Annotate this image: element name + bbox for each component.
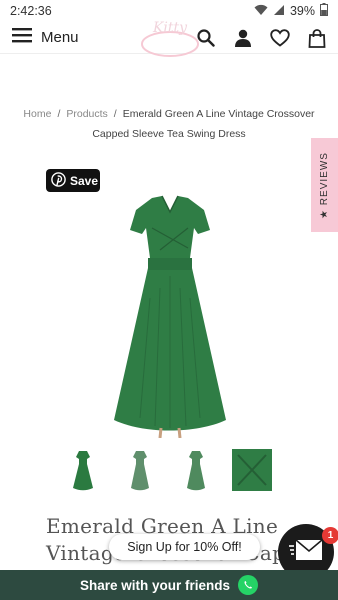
share-bar[interactable]: Share with your friends — [0, 570, 338, 600]
hamburger-icon — [12, 27, 32, 48]
breadcrumb-products[interactable]: Products — [66, 108, 107, 120]
signal-icon — [273, 4, 285, 19]
thumbnail-4[interactable] — [231, 449, 272, 491]
battery-icon — [320, 3, 328, 19]
menu-label: Menu — [41, 29, 79, 46]
svg-text:Kitty: Kitty — [152, 20, 188, 36]
site-header: Kitty Menu — [0, 20, 338, 57]
thumbnail-3[interactable] — [175, 449, 217, 491]
reviews-tab[interactable]: ★ REVIEWS — [311, 138, 338, 232]
product-main-image[interactable] — [100, 188, 240, 439]
signup-discount-button[interactable]: Sign Up for 10% Off! — [109, 534, 260, 560]
status-indicators: 39% — [254, 3, 328, 19]
thumbnail-2[interactable] — [119, 449, 161, 491]
pinterest-icon — [51, 171, 66, 190]
heart-icon[interactable] — [269, 27, 291, 49]
search-icon[interactable] — [195, 27, 217, 49]
account-icon[interactable] — [232, 27, 254, 49]
reviews-tab-label: ★ REVIEWS — [319, 151, 330, 219]
whatsapp-icon — [238, 575, 259, 595]
mail-icon — [289, 538, 323, 567]
notification-badge: 1 — [322, 527, 338, 544]
breadcrumb: Home / Products / Emerald Green A Line Vinta… — [20, 104, 318, 144]
breadcrumb-separator: / — [113, 108, 117, 120]
wifi-icon — [254, 4, 268, 19]
thumbnail-strip — [62, 449, 272, 491]
pinterest-save-label: Save — [70, 173, 99, 188]
pinterest-save-button[interactable]: Save — [46, 169, 100, 192]
bag-icon[interactable] — [306, 27, 328, 49]
share-label: Share with your friends — [79, 577, 231, 593]
battery-text: 39% — [289, 4, 315, 18]
menu-button[interactable]: Menu — [0, 22, 79, 54]
header-actions — [195, 22, 328, 54]
breadcrumb-separator: / — [57, 108, 61, 120]
status-time: 2:42:36 — [10, 4, 52, 18]
breadcrumb-home[interactable]: Home — [23, 108, 51, 120]
thumbnail-1[interactable] — [62, 449, 104, 491]
breadcrumb-current: Emerald Green A Line Vintage Crossover C… — [92, 108, 315, 140]
